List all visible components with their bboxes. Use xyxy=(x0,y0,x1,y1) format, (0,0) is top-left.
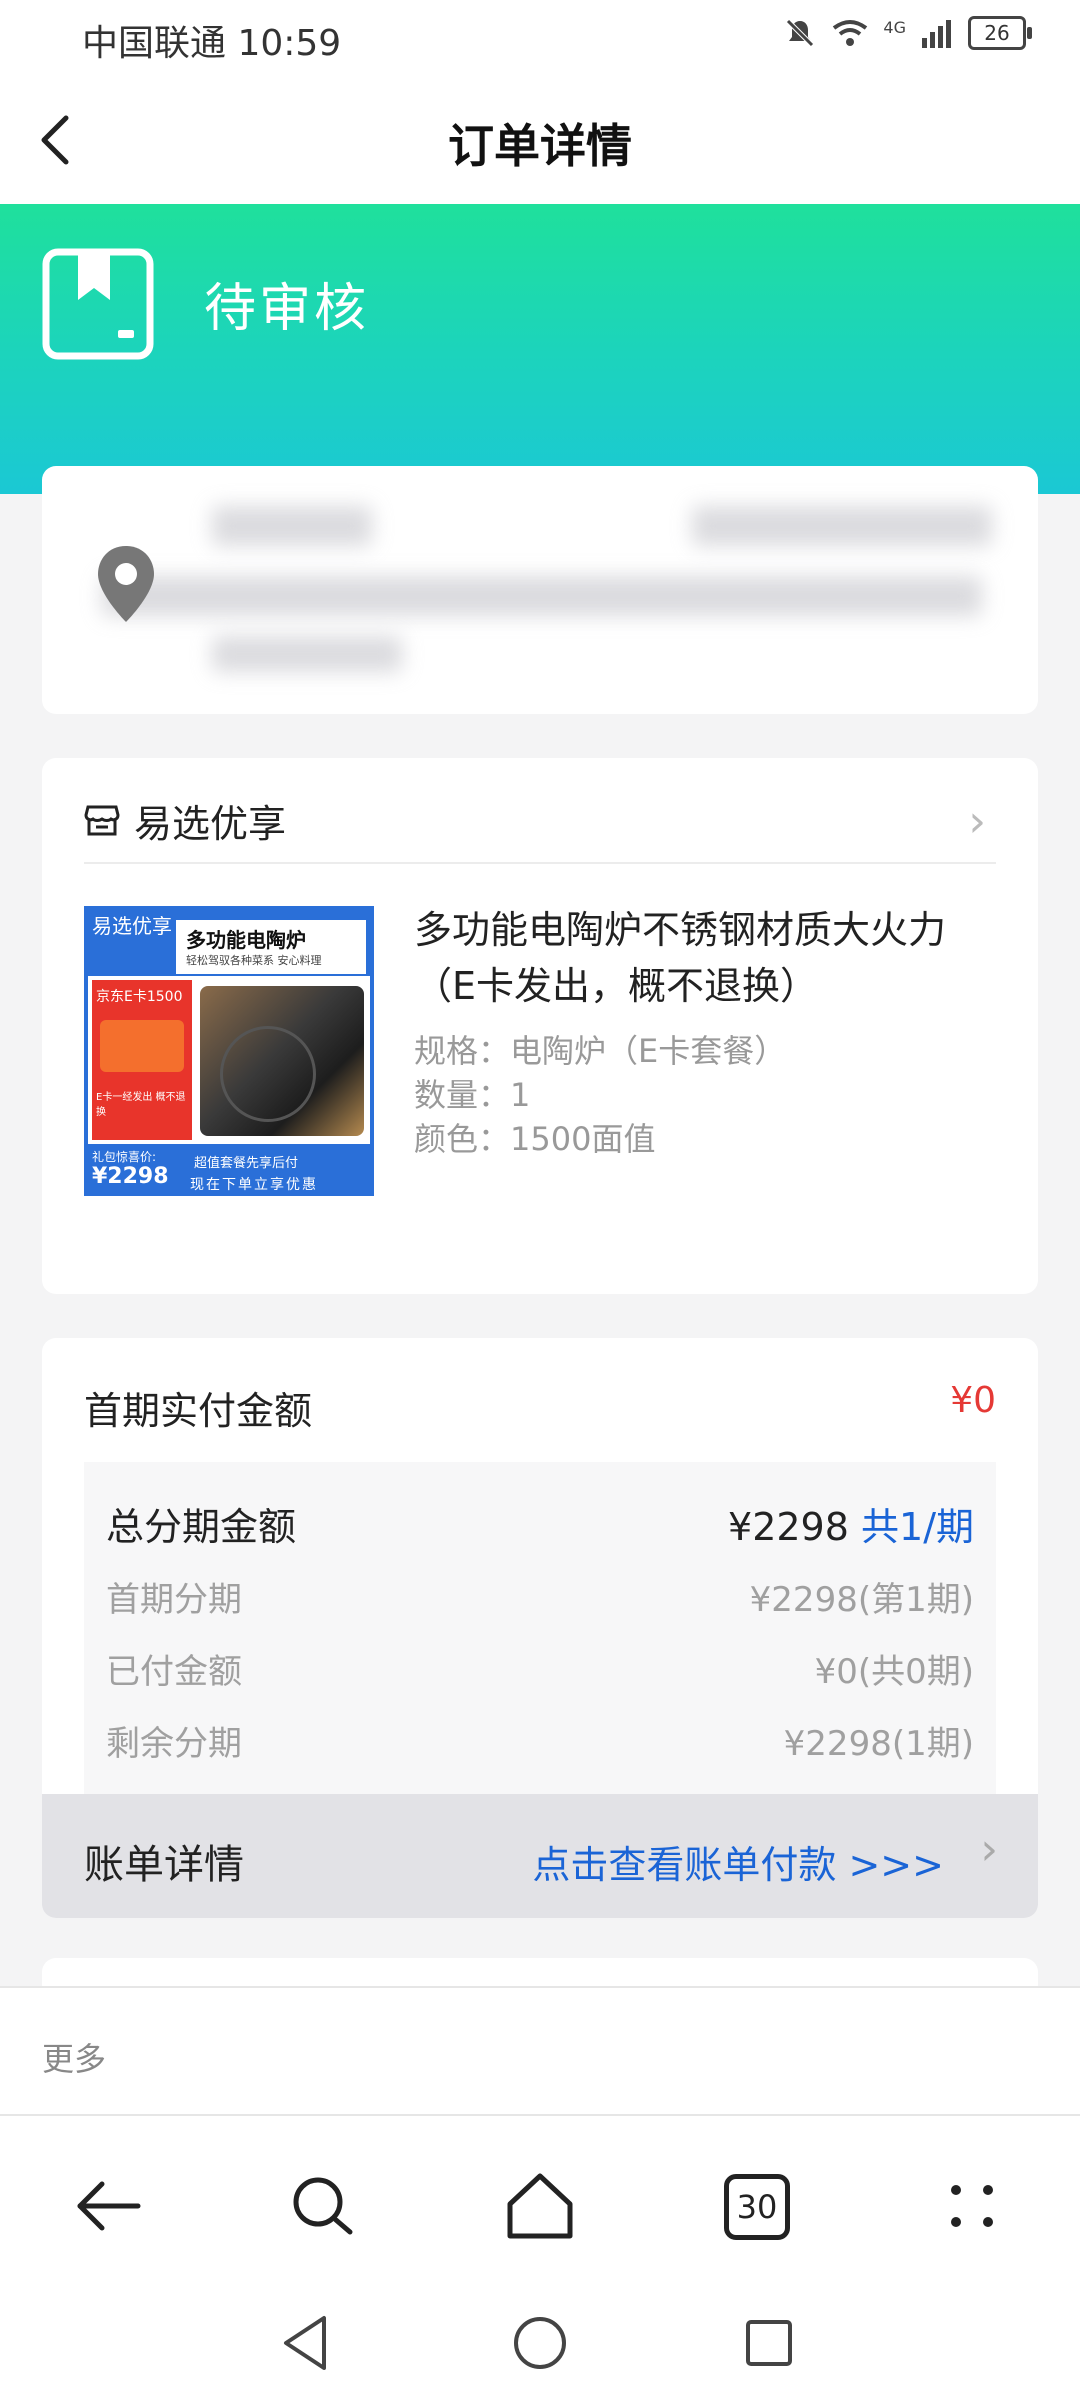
app-header: 订单详情 xyxy=(0,76,1080,204)
total-installment-amount: ¥2298 共1/期 xyxy=(728,1496,974,1551)
thumb-ecard: 京东E卡1500 E卡一经发出 概不退换 xyxy=(92,980,192,1140)
thumb-promo2: 现在下单立享优惠 xyxy=(190,1177,318,1193)
nav-home-button[interactable] xyxy=(505,2308,575,2378)
order-status: 待审核 xyxy=(204,279,370,339)
installment-label: 首期分期 xyxy=(106,1580,242,1620)
installment-box: 总分期金额 ¥2298 共1/期 首期分期 ¥2298(第1期) 已付金额 ¥0… xyxy=(84,1462,996,1798)
chevron-right-icon: › xyxy=(968,796,986,847)
address-card[interactable] xyxy=(42,466,1038,714)
blurred-recipient xyxy=(212,506,372,546)
product-title: 多功能电陶炉不锈钢材质大火力（E卡发出，概不退换） xyxy=(414,908,947,1008)
browser-toolbar: 30 xyxy=(0,2114,1080,2288)
mute-bell-icon xyxy=(786,19,815,47)
menu-button[interactable] xyxy=(932,2166,1012,2246)
order-status-banner: 待审核 xyxy=(0,204,1080,494)
search-icon xyxy=(293,2177,353,2235)
product-spec: 规格：电陶炉（E卡套餐） xyxy=(414,1032,787,1070)
total-installment-label: 总分期金额 xyxy=(106,1505,297,1549)
installment-row: 首期分期 ¥2298(第1期) xyxy=(106,1572,974,1621)
thumb-brand: 易选优享 xyxy=(92,914,172,938)
more-bar[interactable]: 更多 xyxy=(0,1986,1080,2116)
bill-details-label: 账单详情 xyxy=(84,1842,244,1888)
square-recents-icon xyxy=(746,2320,792,2366)
shop-row[interactable]: 易选优享 › xyxy=(84,790,996,850)
thumb-promo1: 超值套餐先享后付 xyxy=(194,1156,299,1171)
installment-value: ¥0(共0期) xyxy=(814,1652,974,1692)
product-color: 颜色：1500面值 xyxy=(414,1120,656,1158)
grid-dots-icon xyxy=(951,2185,993,2227)
thumb-tagline: 轻松驾驭各种菜系 安心料理 xyxy=(186,954,322,967)
divider xyxy=(84,862,996,864)
page-title: 订单详情 xyxy=(448,119,632,173)
bookmark-box-icon xyxy=(42,248,154,360)
installment-row: 已付金额 ¥0(共0期) xyxy=(106,1644,974,1693)
blurred-address-line2 xyxy=(212,636,402,672)
view-bill-link[interactable]: 点击查看账单付款 >>> xyxy=(532,1834,944,1889)
thumb-card-graphic xyxy=(100,1020,184,1072)
bill-details-row[interactable]: 账单详情 点击查看账单付款 >>> › xyxy=(42,1794,1038,1918)
total-installment-value: ¥2298 xyxy=(728,1505,849,1549)
battery-icon: 26 xyxy=(968,16,1032,50)
home-button[interactable] xyxy=(500,2166,580,2246)
status-bar: 中国联通 10:59 4G 26 xyxy=(0,0,1080,76)
thumb-price: ¥2298 xyxy=(92,1164,169,1189)
nav-recents-button[interactable] xyxy=(734,2308,804,2378)
product-thumbnail[interactable]: 易选优享 多功能电陶炉 轻松驾驭各种菜系 安心料理 京东E卡1500 E卡一经发… xyxy=(84,906,374,1196)
triangle-back-icon xyxy=(284,2316,326,2370)
home-icon xyxy=(507,2173,573,2239)
payment-card: 首期实付金额 ¥0 总分期金额 ¥2298 共1/期 首期分期 ¥2298(第1… xyxy=(42,1338,1038,1918)
thumb-price-label: 礼包惊喜价: xyxy=(92,1150,157,1164)
installment-value: ¥2298(1期) xyxy=(783,1724,974,1764)
thumb-stove-image xyxy=(200,986,364,1136)
product-quantity: 数量：1 xyxy=(414,1076,531,1114)
arrow-left-icon xyxy=(77,2181,141,2231)
carrier-time: 中国联通 10:59 xyxy=(82,23,342,64)
network-label: 4G xyxy=(883,17,906,37)
thumb-headline: 多功能电陶炉 xyxy=(186,928,306,952)
store-icon xyxy=(84,805,120,836)
circle-home-icon xyxy=(514,2317,566,2369)
tabs-count-icon: 30 xyxy=(724,2174,790,2240)
system-nav-bar xyxy=(0,2286,1080,2400)
blurred-address xyxy=(102,576,982,616)
thumb-note: E卡一经发出 概不退换 xyxy=(96,1092,186,1118)
status-icons: 4G 26 xyxy=(783,16,1032,50)
total-installment-row: 总分期金额 ¥2298 共1/期 xyxy=(106,1496,974,1551)
installment-row: 剩余分期 ¥2298(1期) xyxy=(106,1716,974,1765)
shop-name: 易选优享 xyxy=(134,801,287,846)
total-installment-periods: 共1/期 xyxy=(861,1505,974,1549)
signal-icon xyxy=(922,20,951,48)
installment-value: ¥2298(第1期) xyxy=(749,1580,974,1620)
first-payment-label: 首期实付金额 xyxy=(84,1389,313,1433)
location-pin-icon xyxy=(98,546,154,622)
blurred-phone xyxy=(692,506,992,546)
wifi-icon xyxy=(833,20,868,46)
first-payment-value: ¥0 xyxy=(950,1380,996,1421)
product-card[interactable]: 易选优享 › 易选优享 多功能电陶炉 轻松驾驭各种菜系 安心料理 京东E卡150… xyxy=(42,758,1038,1294)
tabs-button[interactable]: 30 xyxy=(716,2166,796,2246)
search-button[interactable] xyxy=(282,2166,362,2246)
nav-back-button[interactable] xyxy=(272,2308,342,2378)
chevron-right-icon: › xyxy=(980,1824,998,1875)
installment-label: 剩余分期 xyxy=(106,1724,242,1764)
browser-back-button[interactable] xyxy=(68,2166,148,2246)
installment-label: 已付金额 xyxy=(106,1652,242,1692)
thumb-card-label: 京东E卡1500 xyxy=(96,989,183,1005)
more-label[interactable]: 更多 xyxy=(42,2034,106,2080)
